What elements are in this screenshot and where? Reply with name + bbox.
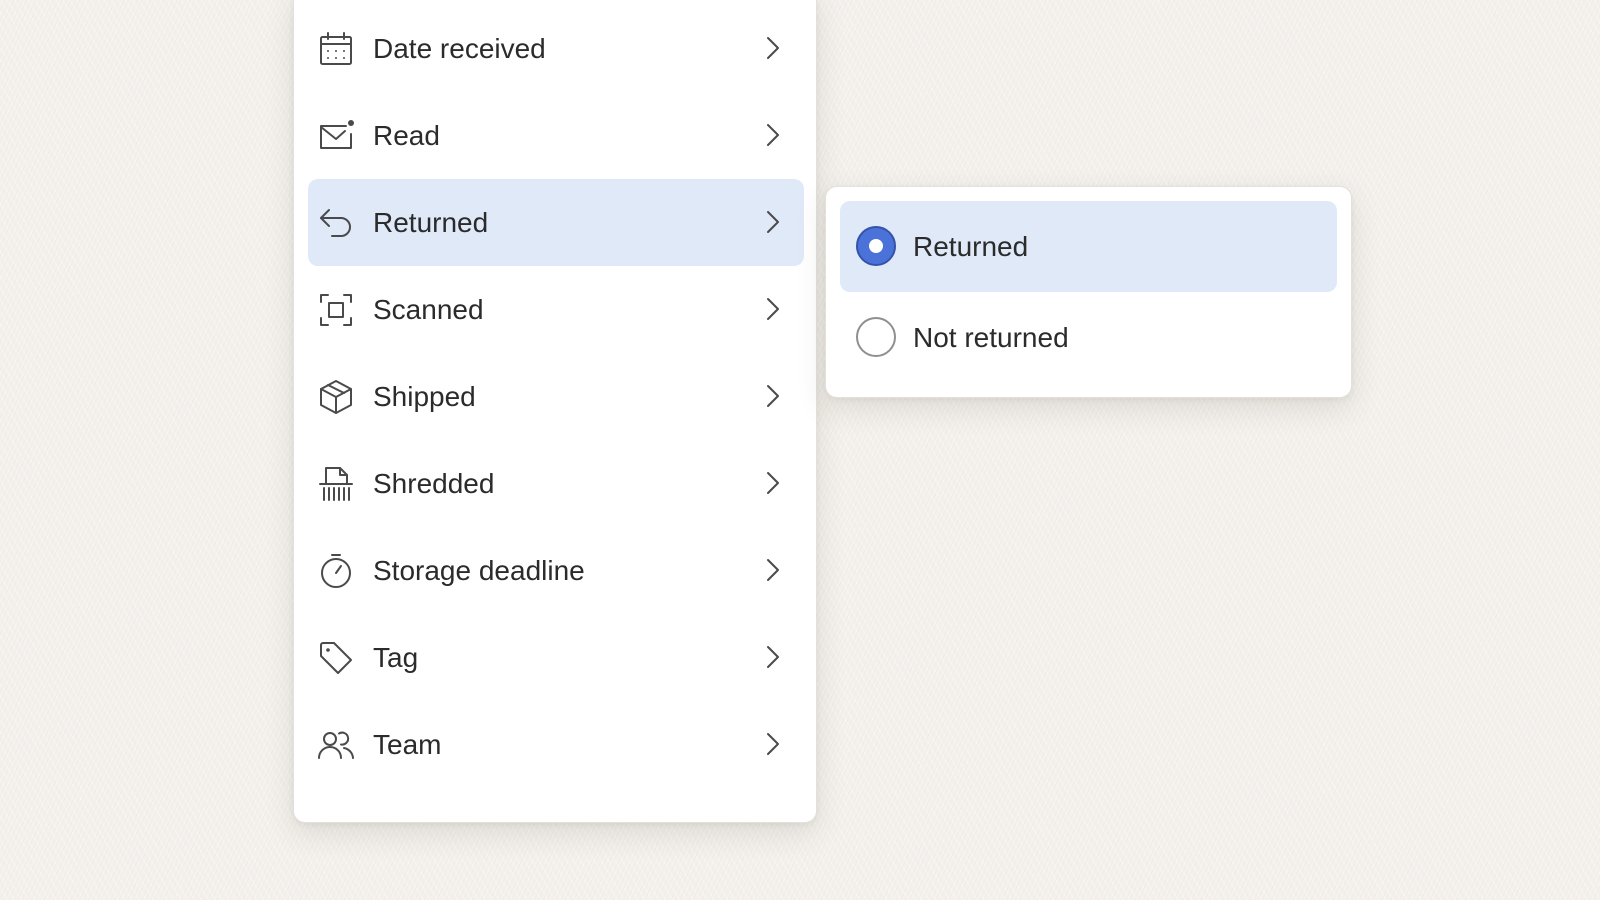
filter-menu: Date received Read Returned Scanned Ship…	[293, 0, 817, 823]
scan-icon	[318, 292, 354, 328]
return-arrow-icon	[318, 205, 354, 241]
option-returned[interactable]: Returned	[840, 201, 1337, 292]
chevron-right-icon	[760, 383, 786, 409]
calendar-icon	[318, 31, 354, 67]
menu-item-tag[interactable]: Tag	[308, 614, 804, 701]
menu-item-read[interactable]: Read	[308, 92, 804, 179]
option-label: Returned	[913, 231, 1029, 262]
chevron-right-icon	[760, 470, 786, 496]
radio-selected[interactable]	[856, 226, 896, 266]
shredder-icon	[318, 466, 354, 502]
menu-item-label: Tag	[373, 642, 419, 673]
menu-item-label: Returned	[373, 207, 489, 238]
option-not-returned[interactable]: Not returned	[840, 292, 1337, 383]
menu-item-shipped[interactable]: Shipped	[308, 353, 804, 440]
chevron-right-icon	[760, 122, 786, 148]
option-label: Not returned	[913, 322, 1069, 353]
chevron-right-icon	[760, 644, 786, 670]
menu-item-shredded[interactable]: Shredded	[308, 440, 804, 527]
chevron-right-icon	[760, 296, 786, 322]
menu-item-label: Shipped	[373, 381, 476, 412]
tag-icon	[318, 640, 354, 676]
menu-item-scanned[interactable]: Scanned	[308, 266, 804, 353]
menu-item-label: Storage deadline	[373, 555, 585, 586]
menu-item-team[interactable]: Team	[308, 701, 804, 788]
radio-unselected[interactable]	[856, 317, 896, 357]
chevron-right-icon	[760, 557, 786, 583]
chevron-right-icon	[760, 731, 786, 757]
menu-item-label: Date received	[373, 33, 546, 64]
team-icon	[318, 727, 354, 763]
box-icon	[318, 379, 354, 415]
menu-item-label: Read	[373, 120, 440, 151]
menu-item-date-received[interactable]: Date received	[308, 5, 804, 92]
returned-submenu: Returned Not returned	[825, 186, 1352, 398]
stopwatch-icon	[318, 553, 354, 589]
envelope-icon	[318, 118, 354, 154]
menu-item-storage-deadline[interactable]: Storage deadline	[308, 527, 804, 614]
chevron-right-icon	[760, 35, 786, 61]
menu-item-label: Team	[373, 729, 442, 760]
menu-item-label: Shredded	[373, 468, 495, 499]
menu-item-returned[interactable]: Returned	[308, 179, 804, 266]
chevron-right-icon	[760, 209, 786, 235]
menu-item-label: Scanned	[373, 294, 484, 325]
